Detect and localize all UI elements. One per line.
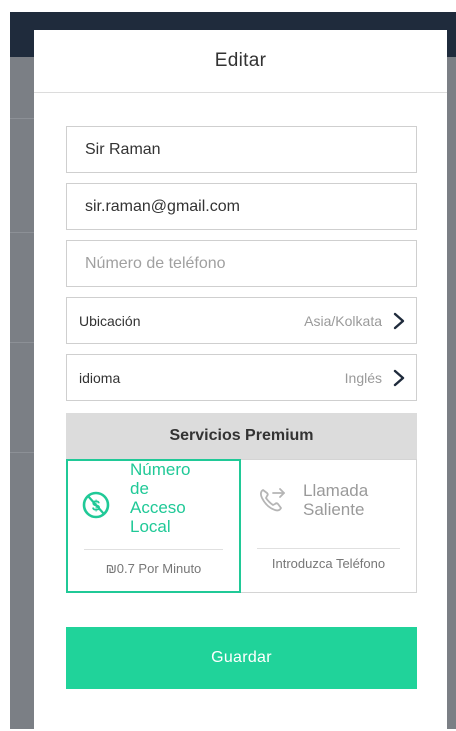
title-line: Saliente [303,500,365,519]
email-value: sir.raman@gmail.com [85,197,240,215]
local-access-price: ₪0.7 Por Minuto [105,561,202,576]
chevron-right-icon [392,369,406,387]
premium-cards: $ Número de Acceso Local ₪0.7 Por Minuto [66,459,417,595]
language-value: Inglés [344,369,382,386]
svg-text:$: $ [92,498,101,515]
phone-placeholder: Número de teléfono [85,254,226,272]
save-button[interactable]: Guardar [66,627,417,689]
outgoing-call-prompt: Introduzca Teléfono [271,556,386,571]
email-field[interactable]: sir.raman@gmail.com [66,183,417,230]
location-label: Ubicación [79,312,141,329]
backdrop-divider [10,118,34,119]
language-label: idioma [79,369,121,386]
backdrop-divider [10,452,34,453]
title-line: Número [130,460,191,479]
card-divider [84,549,223,550]
premium-services: Servicios Premium $ Número de Acceso Loc… [66,413,417,595]
title-line: Local [130,517,171,536]
backdrop-divider [10,342,34,343]
local-access-title: Número de Acceso Local [130,460,230,536]
backdrop-left-panel [10,57,34,729]
modal-header: Editar [34,30,447,93]
modal-title: Editar [214,50,267,71]
name-value: Sir Raman [85,140,161,158]
name-field[interactable]: Sir Raman [66,126,417,173]
dollar-slash-icon: $ [82,491,110,519]
phone-field[interactable]: Número de teléfono [66,240,417,287]
outgoing-call-icon [257,484,285,512]
backdrop-divider [10,232,34,233]
language-selector[interactable]: idioma Inglés [66,354,417,401]
title-line: Acceso [130,498,186,517]
location-value: Asia/Kolkata [304,312,382,329]
premium-title: Servicios Premium [169,427,314,444]
edit-form: Sir Raman sir.raman@gmail.com Número de … [66,126,417,411]
chevron-right-icon [392,312,406,330]
card-top: $ Número de Acceso Local [68,460,239,550]
title-line: Llamada [303,481,369,500]
card-divider [257,548,400,549]
backdrop-right-panel [447,57,456,729]
outgoing-call-card[interactable]: Llamada Saliente Introduzca Teléfono [240,459,417,593]
location-selector[interactable]: Ubicación Asia/Kolkata [66,297,417,344]
outgoing-call-title: Llamada Saliente [303,481,403,519]
title-line: de [130,479,149,498]
local-access-card[interactable]: $ Número de Acceso Local ₪0.7 Por Minuto [66,459,241,593]
card-top: Llamada Saliente [241,460,416,549]
premium-header: Servicios Premium [66,413,417,459]
edit-modal: Editar Sir Raman sir.raman@gmail.com Núm… [34,30,447,720]
